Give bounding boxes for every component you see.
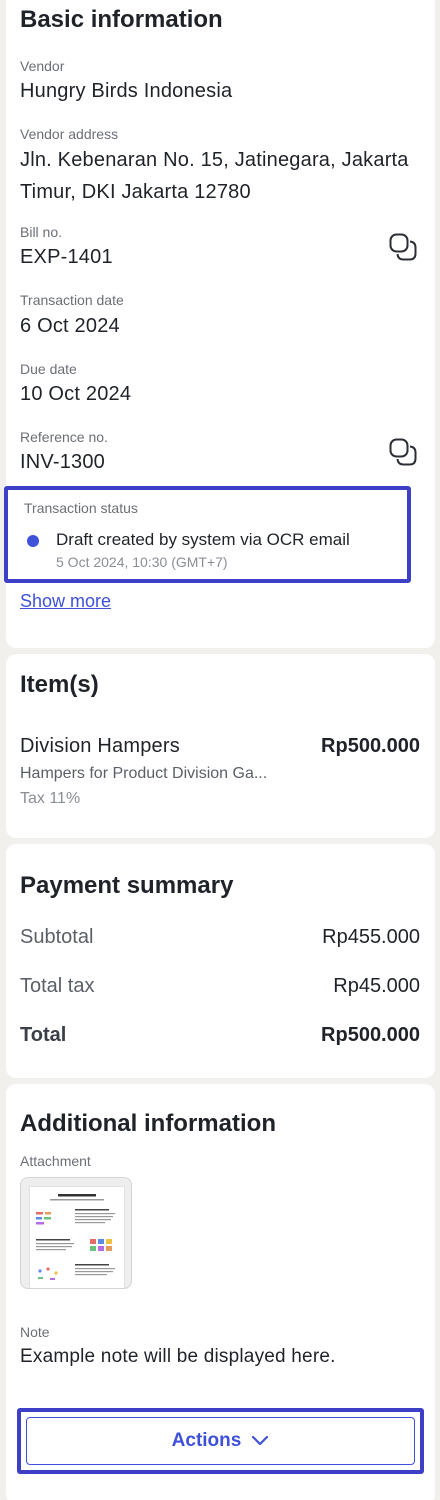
status-dot-icon [27,535,39,547]
payment-summary-title: Payment summary [20,872,234,899]
copy-icon [389,233,417,261]
payment-summary-card: Payment summary Subtotal Rp455.000 Total… [6,844,435,1078]
transaction-status-label: Transaction status [24,500,138,516]
chevron-down-icon [252,1435,269,1446]
note-label: Note [20,1324,50,1340]
copy-bill-no-button[interactable] [388,232,418,262]
vendor-value: Hungry Birds Indonesia [20,80,233,102]
item-amount: Rp500.000 [321,735,420,757]
item-tax: Tax 11% [20,790,81,807]
transaction-date-value: 6 Oct 2024 [20,315,120,337]
note-value: Example note will be displayed here. [20,1346,336,1367]
show-more-link[interactable]: Show more [20,591,111,612]
reference-no-value: INV-1300 [20,451,105,473]
total-label: Total [20,1024,67,1046]
transaction-status-highlight: Transaction status Draft created by syst… [4,486,411,583]
transaction-date-label: Transaction date [20,292,124,308]
attachment-thumbnail[interactable] [20,1177,132,1289]
copy-icon [389,438,417,466]
subtotal-label: Subtotal [20,926,94,948]
document-preview-icon [36,1194,115,1280]
item-name: Division Hampers [20,735,180,757]
copy-reference-no-button[interactable] [388,437,418,467]
total-tax-value: Rp45.000 [333,975,420,997]
total-value: Rp500.000 [321,1024,420,1046]
due-date-label: Due date [20,361,77,377]
basic-information-card: Basic information Vendor Hungry Birds In… [4,0,435,648]
additional-information-title: Additional information [20,1110,276,1137]
basic-information-title: Basic information [20,6,223,33]
list-item[interactable]: Division Hampers Rp500.000 Hampers for P… [6,732,435,812]
vendor-label: Vendor [20,58,65,74]
total-tax-label: Total tax [20,975,95,997]
actions-label: Actions [171,1430,242,1451]
reference-no-label: Reference no. [20,429,108,445]
transaction-status-time: 5 Oct 2024, 10:30 (GMT+7) [56,554,228,570]
due-date-value: 10 Oct 2024 [20,383,132,405]
subtotal-value: Rp455.000 [322,926,420,948]
transaction-status-text: Draft created by system via OCR email [56,530,350,549]
vendor-address-value: Jln. Kebenaran No. 15, Jatinegara, Jakar… [20,149,409,203]
item-description: Hampers for Product Division Ga... [20,765,268,782]
attachment-document-preview [30,1187,124,1288]
attachment-label: Attachment [20,1153,91,1169]
bill-no-label: Bill no. [20,224,63,240]
actions-highlight: Actions [17,1408,424,1474]
actions-button[interactable]: Actions [26,1417,415,1465]
items-card: Item(s) Division Hampers Rp500.000 Hampe… [6,654,435,838]
items-title: Item(s) [20,671,99,698]
vendor-address-label: Vendor address [20,126,119,142]
bill-no-value: EXP-1401 [20,246,113,268]
